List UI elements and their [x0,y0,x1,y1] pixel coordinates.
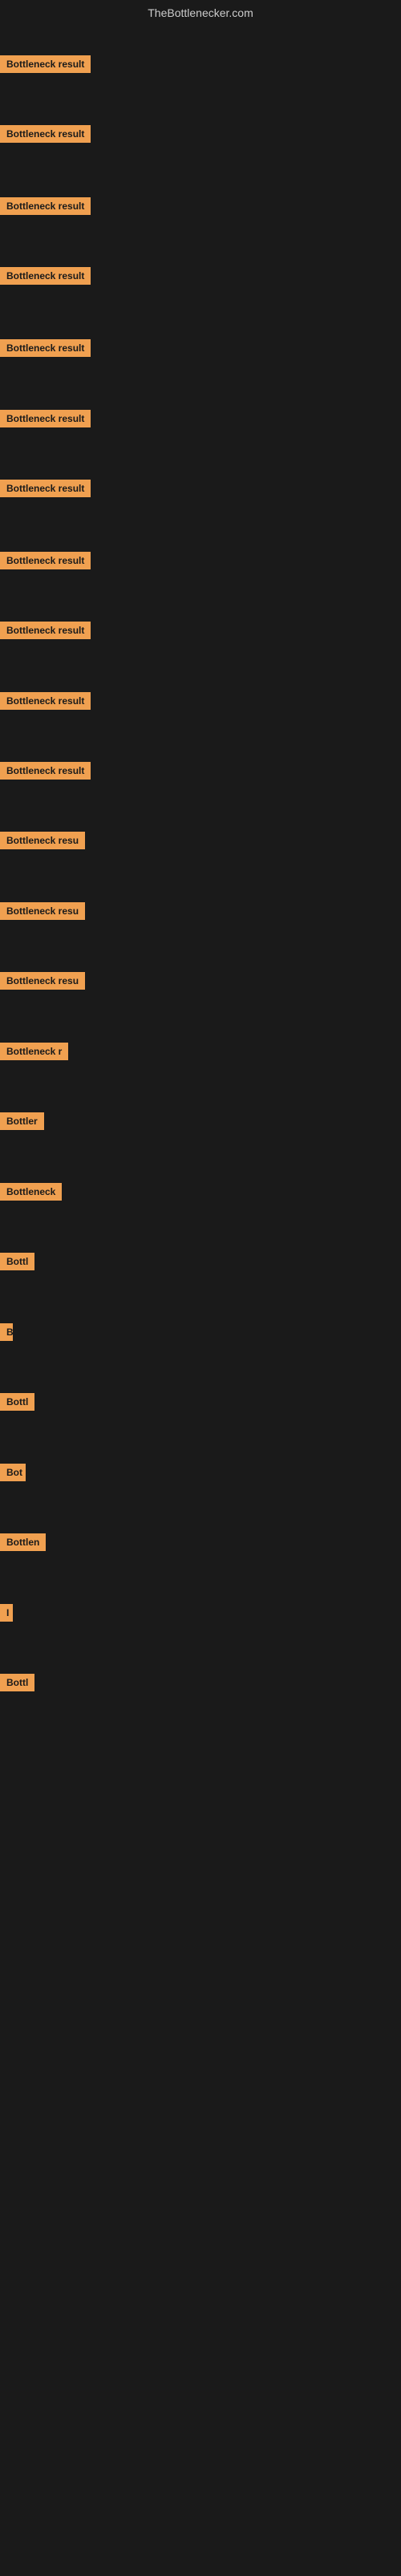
bottleneck-item: Bottleneck result [0,622,91,643]
bottleneck-item: Bottleneck resu [0,972,85,994]
bottleneck-item: Bot [0,1464,26,1485]
bottleneck-badge: Bottleneck r [0,1043,68,1060]
bottleneck-badge: Bottleneck resu [0,832,85,849]
bottleneck-badge: Bottleneck result [0,622,91,639]
bottleneck-badge: Bottleneck result [0,267,91,285]
bottleneck-item: Bottleneck result [0,410,91,431]
bottleneck-item: Bottl [0,1393,34,1415]
bottleneck-item: Bottleneck resu [0,902,85,924]
bottleneck-badge: Bottleneck resu [0,972,85,990]
bottleneck-item: B [0,1323,13,1345]
bottleneck-badge: Bottleneck result [0,692,91,710]
bottleneck-badge: Bottl [0,1674,34,1691]
bottleneck-item: Bottleneck resu [0,832,85,853]
bottleneck-item: Bottleneck result [0,762,91,784]
bottleneck-badge: Bottleneck result [0,762,91,780]
bottleneck-badge: B [0,1323,13,1341]
bottleneck-badge: Bottleneck result [0,552,91,569]
bottleneck-item: Bottleneck result [0,197,91,219]
bottleneck-item: Bottleneck result [0,55,91,77]
bottleneck-item: Bottleneck [0,1183,62,1205]
bottleneck-item: Bottleneck result [0,480,91,501]
bottleneck-item: Bottler [0,1112,44,1134]
bottleneck-badge: Bottleneck result [0,125,91,143]
bottleneck-item: Bottleneck result [0,267,91,289]
bottleneck-badge: Bottler [0,1112,44,1130]
bottleneck-item: Bottl [0,1674,34,1695]
bottleneck-badge: Bottl [0,1393,34,1411]
bottleneck-badge: Bot [0,1464,26,1481]
bottleneck-item: Bottleneck result [0,125,91,147]
bottleneck-badge: Bottleneck result [0,480,91,497]
bottleneck-badge: Bottleneck resu [0,902,85,920]
bottleneck-item: Bottleneck r [0,1043,68,1064]
bottleneck-badge: Bottl [0,1253,34,1270]
bottleneck-badge: Bottleneck result [0,410,91,427]
bottleneck-item: Bottleneck result [0,552,91,573]
site-title: TheBottlenecker.com [0,0,401,26]
bottleneck-item: Bottleneck result [0,692,91,714]
bottleneck-item: Bottl [0,1253,34,1274]
bottleneck-item: Bottleneck result [0,339,91,361]
bottleneck-badge: Bottleneck result [0,197,91,215]
bottleneck-badge: Bottlen [0,1533,46,1551]
bottleneck-badge: I [0,1604,13,1622]
bottleneck-item: I [0,1604,13,1626]
bottleneck-badge: Bottleneck [0,1183,62,1201]
bottleneck-item: Bottlen [0,1533,46,1555]
bottleneck-badge: Bottleneck result [0,55,91,73]
bottleneck-badge: Bottleneck result [0,339,91,357]
